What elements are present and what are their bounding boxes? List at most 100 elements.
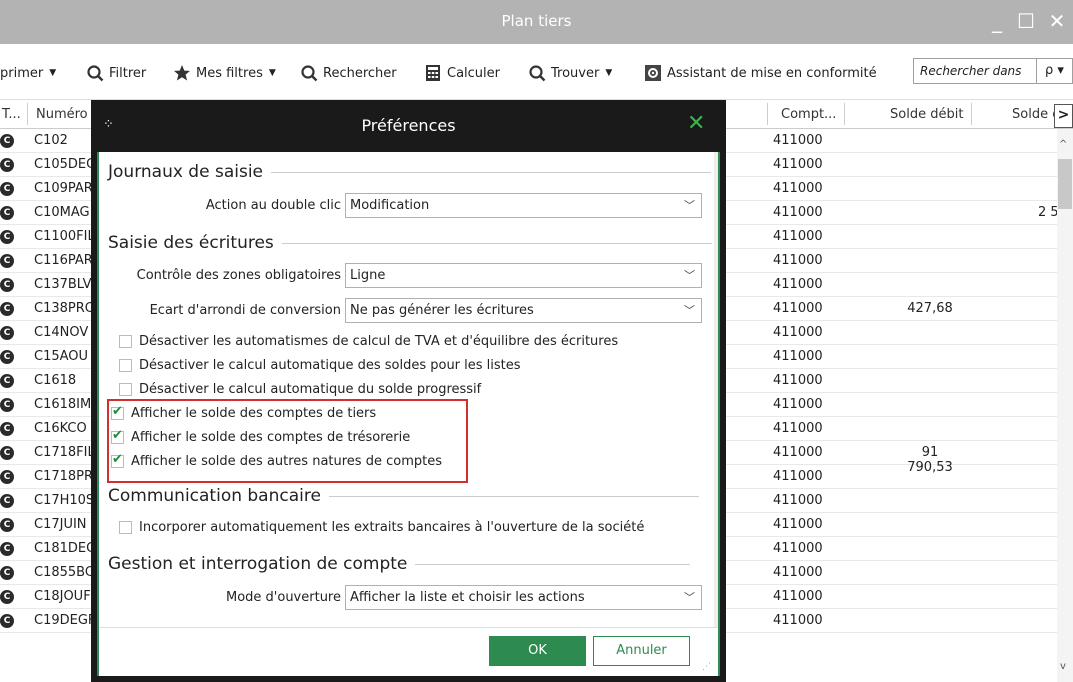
controle-value: Ligne	[350, 268, 386, 283]
preferences-content: Journaux de saisie Action au double clic…	[99, 152, 714, 627]
resize-grip-icon[interactable]: ⋰	[702, 662, 711, 672]
row-account: 411000	[773, 541, 823, 556]
my-filters-label: Mes filtres	[196, 65, 263, 81]
client-type-icon: C	[0, 302, 14, 316]
find-button[interactable]: Trouver ▼	[528, 63, 612, 83]
row-number: C1718FIL	[34, 445, 95, 460]
section-title: Gestion et interrogation de compte	[108, 554, 408, 574]
chevron-down-icon: ▼	[268, 68, 276, 78]
close-window-button[interactable]: ✕	[1044, 8, 1070, 34]
ecart-value: Ne pas générer les écritures	[350, 303, 534, 318]
checkbox-disable-progressive-balance[interactable]: Désactiver le calcul automatique du sold…	[119, 382, 481, 397]
header-debit[interactable]: Solde débit	[890, 107, 963, 122]
vertical-scrollbar[interactable]: ^ v	[1057, 129, 1073, 682]
double-click-value: Modification	[350, 198, 430, 213]
search-input[interactable]: Rechercher dans	[913, 58, 1037, 84]
row-account: 411000	[773, 181, 823, 196]
checkbox-label: Afficher le solde des autres natures de …	[131, 454, 442, 469]
checkbox-box[interactable]	[119, 521, 132, 534]
section-journaux: Journaux de saisie	[108, 162, 712, 182]
scroll-thumb[interactable]	[1058, 159, 1072, 209]
header-type[interactable]: T...	[2, 107, 21, 122]
client-type-icon: C	[0, 182, 14, 196]
search-icon	[529, 65, 546, 82]
calculator-icon	[426, 65, 440, 81]
my-filters-button[interactable]: Mes filtres ▼	[173, 63, 276, 83]
cancel-button[interactable]: Annuler	[593, 636, 690, 666]
row-number: C19DEGF	[34, 613, 96, 628]
toolbar: primer ▼ Filtrer Mes filtres ▼ Recherche…	[0, 44, 1073, 100]
checkbox-box[interactable]	[111, 428, 124, 444]
client-type-icon: C	[0, 350, 14, 364]
calculate-button[interactable]: Calculer	[424, 63, 500, 83]
next-columns-button[interactable]: >	[1054, 104, 1073, 128]
ecart-select[interactable]: Ne pas générer les écritures ﹀	[345, 298, 702, 323]
mode-value: Afficher la liste et choisir les actions	[350, 590, 585, 605]
row-credit: 2 5	[1038, 205, 1059, 220]
dialog-scrollbar[interactable]	[714, 152, 718, 627]
mode-select[interactable]: Afficher la liste et choisir les actions…	[345, 585, 702, 610]
header-credit[interactable]: Solde c	[1012, 107, 1059, 122]
checkbox-disable-tva[interactable]: Désactiver les automatismes de calcul de…	[119, 334, 618, 349]
double-click-select[interactable]: Modification ﹀	[345, 193, 702, 218]
row-account: 411000	[773, 229, 823, 244]
minimize-button[interactable]: _	[984, 8, 1010, 34]
row-account: 411000	[773, 445, 823, 460]
checkbox-label: Désactiver les automatismes de calcul de…	[139, 334, 619, 349]
maximize-button[interactable]: ☐	[1013, 8, 1039, 34]
client-type-icon: C	[0, 254, 14, 268]
section-divider	[281, 242, 712, 244]
row-number: C181DEC	[34, 541, 96, 556]
checkbox-show-tiers-balance[interactable]: Afficher le solde des comptes de tiers	[111, 404, 376, 421]
checkbox-box[interactable]	[119, 335, 132, 348]
checkbox-box[interactable]	[119, 359, 132, 372]
calculate-label: Calculer	[447, 65, 500, 81]
row-number: C1718PR	[34, 469, 94, 484]
chevron-down-icon: ▼	[49, 68, 57, 78]
checkbox-box[interactable]	[111, 404, 124, 420]
controle-select[interactable]: Ligne ﹀	[345, 263, 702, 288]
checkbox-show-other-balance[interactable]: Afficher le solde des autres natures de …	[111, 452, 442, 469]
checkbox-box[interactable]	[111, 452, 124, 468]
title-bar: Plan tiers _ ☐ ✕	[0, 0, 1073, 44]
row-account: 411000	[773, 349, 823, 364]
ok-button[interactable]: OK	[489, 636, 586, 666]
row-number: C105DEC	[34, 157, 96, 172]
client-type-icon: C	[0, 566, 14, 580]
scroll-up-icon[interactable]: ^	[1059, 139, 1067, 150]
search-icon	[301, 65, 318, 82]
search-button[interactable]: Rechercher	[300, 63, 397, 83]
header-account[interactable]: Compt...	[781, 107, 836, 122]
client-type-icon: C	[0, 422, 14, 436]
row-number: C10MAG	[34, 205, 90, 220]
assistant-button[interactable]: Assistant de mise en conformité	[644, 63, 877, 83]
section-gestion: Gestion et interrogation de compte	[108, 554, 691, 574]
close-icon[interactable]: ✕	[687, 111, 705, 136]
checkbox-label: Désactiver le calcul automatique du sold…	[139, 382, 482, 397]
section-divider	[271, 171, 712, 173]
chevron-down-icon: ﹀	[684, 591, 695, 604]
row-debit: 427,68	[907, 301, 953, 316]
client-type-icon: C	[0, 326, 14, 340]
checkbox-box[interactable]	[119, 383, 132, 396]
star-icon	[174, 65, 190, 81]
filter-button[interactable]: Filtrer	[86, 63, 146, 83]
checkbox-disable-list-balances[interactable]: Désactiver le calcul automatique des sol…	[119, 358, 521, 373]
row-account: 411000	[773, 493, 823, 508]
row-number: C17JUIN	[34, 517, 87, 532]
search-dropdown-button[interactable]: ρ ▾	[1036, 58, 1073, 84]
print-button[interactable]: primer ▼	[0, 63, 56, 83]
scroll-down-icon[interactable]: v	[1060, 661, 1066, 672]
search-label: Rechercher	[323, 65, 397, 81]
client-type-icon: C	[0, 470, 14, 484]
row-account: 411000	[773, 277, 823, 292]
mode-label: Mode d'ouverture	[225, 590, 341, 605]
checkbox-show-treasury-balance[interactable]: Afficher le solde des comptes de trésore…	[111, 428, 410, 445]
header-number[interactable]: Numéro	[36, 107, 88, 122]
checkbox-label: Incorporer automatiquement les extraits …	[139, 520, 645, 535]
client-type-icon: C	[0, 614, 14, 628]
row-account: 411000	[773, 157, 823, 172]
section-divider	[328, 495, 699, 497]
checkbox-auto-bank-import[interactable]: Incorporer automatiquement les extraits …	[119, 520, 644, 535]
chevron-down-icon: ﹀	[684, 269, 695, 282]
